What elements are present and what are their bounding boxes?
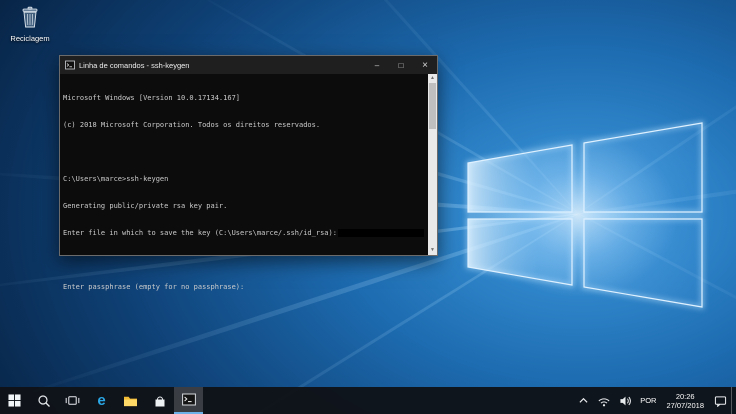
file-explorer-button[interactable]: [116, 387, 145, 414]
store-icon: [153, 394, 167, 408]
taskbar-command-prompt-button[interactable]: [174, 387, 203, 414]
terminal-line-text: Enter file in which to save the key (C:\…: [63, 229, 337, 237]
start-button[interactable]: [0, 387, 29, 414]
terminal-line: [63, 256, 425, 265]
action-center-button[interactable]: [710, 387, 731, 414]
tray-expand-button[interactable]: [574, 387, 593, 414]
search-icon: [37, 394, 51, 408]
recycle-bin-icon: [20, 6, 40, 28]
scrollbar-track[interactable]: [428, 83, 437, 246]
terminal-line: (c) 2018 Microsoft Corporation. Todos os…: [63, 121, 425, 130]
system-tray: POR 20:26 27/07/2018: [574, 387, 736, 414]
file-explorer-icon: [123, 394, 138, 407]
task-view-icon: [65, 394, 80, 407]
volume-button[interactable]: [615, 387, 636, 414]
clock[interactable]: 20:26 27/07/2018: [660, 392, 710, 410]
search-button[interactable]: [29, 387, 58, 414]
edge-button[interactable]: e: [87, 387, 116, 414]
terminal-line: [63, 148, 425, 157]
command-prompt-window: Linha de comandos - ssh-keygen – □ × Mic…: [59, 55, 438, 256]
wifi-icon: [597, 395, 611, 407]
show-desktop-button[interactable]: [731, 387, 736, 414]
recycle-bin-label: Reciclagem: [4, 34, 56, 43]
action-center-icon: [714, 395, 727, 407]
terminal-line: Enter passphrase (empty for no passphras…: [63, 283, 425, 292]
taskbar: e: [0, 387, 736, 414]
close-button[interactable]: ×: [413, 56, 437, 74]
minimize-button[interactable]: –: [365, 56, 389, 74]
speaker-icon: [619, 395, 632, 407]
clock-time: 20:26: [666, 392, 704, 401]
task-view-button[interactable]: [58, 387, 87, 414]
terminal-line: Generating public/private rsa key pair.: [63, 202, 425, 211]
recycle-bin[interactable]: Reciclagem: [4, 6, 56, 43]
scroll-down-arrow[interactable]: ▼: [428, 246, 437, 255]
terminal-body[interactable]: Microsoft Windows [Version 10.0.17134.16…: [60, 74, 437, 255]
terminal-output[interactable]: Microsoft Windows [Version 10.0.17134.16…: [60, 74, 428, 255]
network-button[interactable]: [593, 387, 615, 414]
cmd-taskbar-icon: [182, 393, 196, 406]
terminal-line: C:\Users\marce>ssh-keygen: [63, 175, 425, 184]
terminal-line: Microsoft Windows [Version 10.0.17134.16…: [63, 94, 425, 103]
vertical-scrollbar[interactable]: ▲ ▼: [428, 74, 437, 255]
scroll-up-arrow[interactable]: ▲: [428, 74, 437, 83]
windows-start-icon: [8, 394, 21, 407]
terminal-line: Enter file in which to save the key (C:\…: [63, 229, 425, 238]
cmd-icon: [65, 60, 75, 70]
chevron-up-icon: [578, 396, 589, 405]
edge-icon: e: [97, 393, 105, 408]
maximize-button[interactable]: □: [389, 56, 413, 74]
window-title: Linha de comandos - ssh-keygen: [79, 61, 365, 70]
language-indicator[interactable]: POR: [636, 387, 660, 414]
language-label: POR: [640, 396, 656, 405]
store-button[interactable]: [145, 387, 174, 414]
clock-date: 27/07/2018: [666, 401, 704, 410]
selection-highlight: [338, 229, 424, 237]
windows-logo-icon: [460, 115, 710, 315]
window-titlebar[interactable]: Linha de comandos - ssh-keygen – □ ×: [60, 56, 437, 74]
scrollbar-thumb[interactable]: [429, 83, 436, 129]
